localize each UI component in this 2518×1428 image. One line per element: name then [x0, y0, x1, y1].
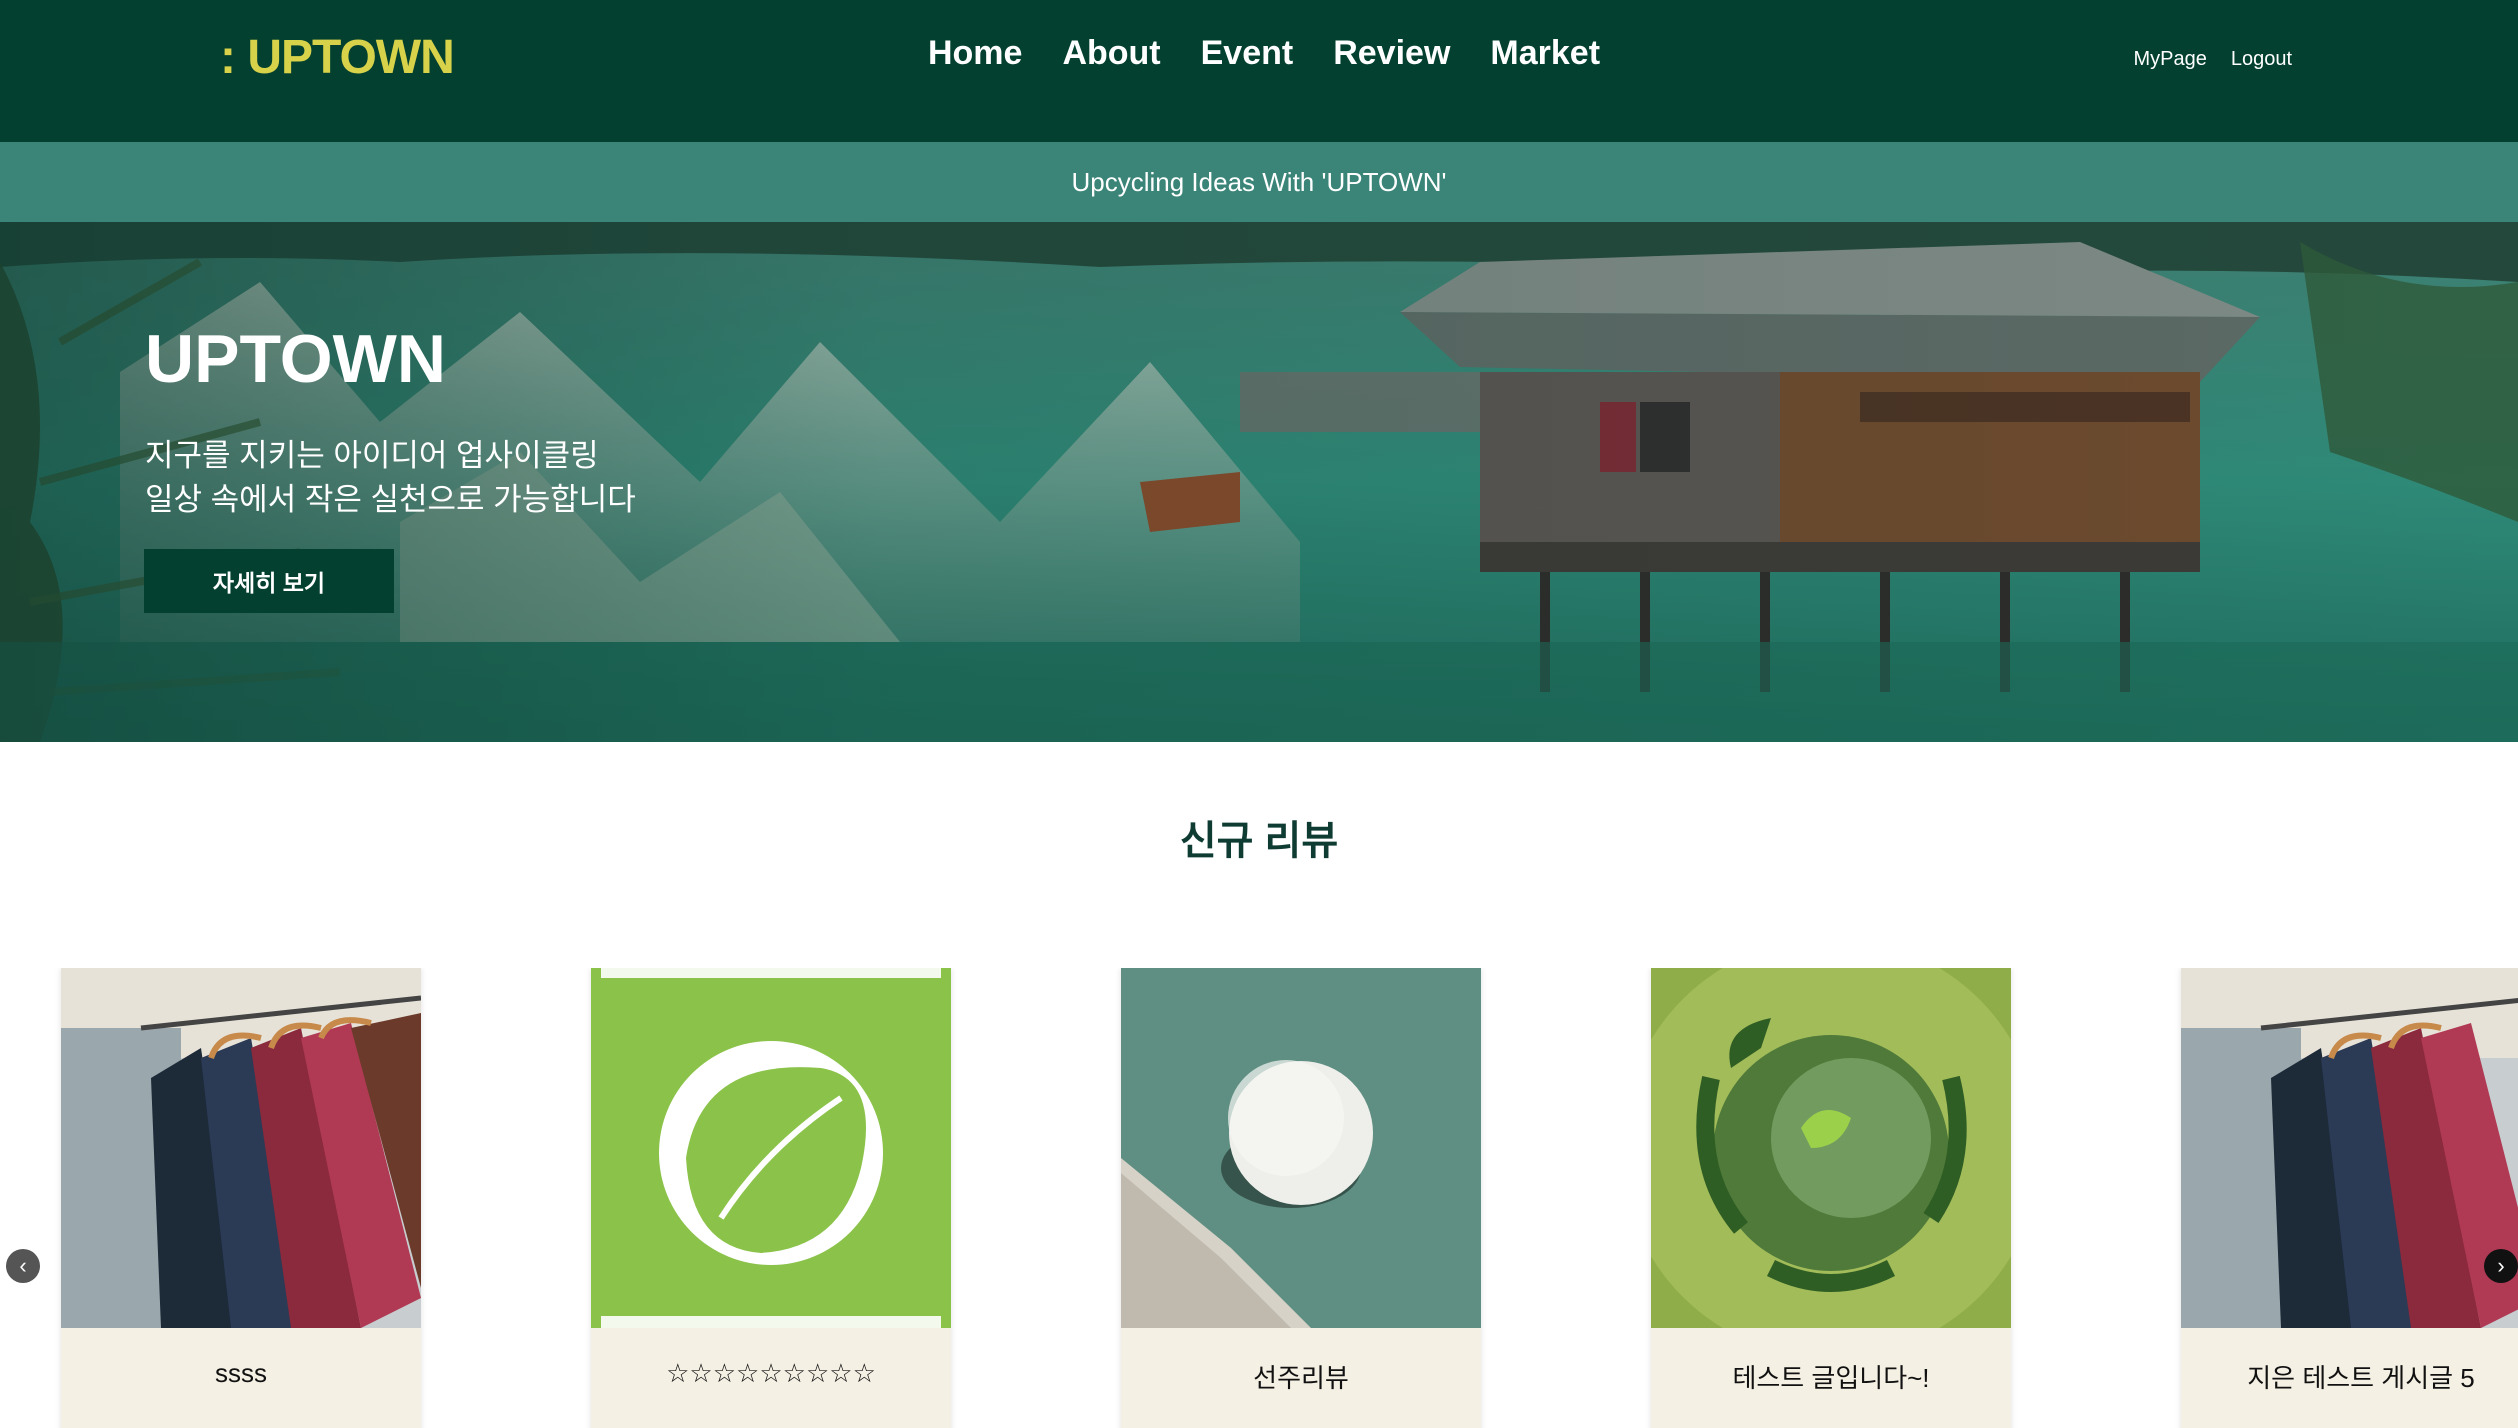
review-card-title: 선주리뷰 [1253, 1363, 1349, 1393]
logout-link[interactable]: Logout [2231, 48, 2292, 71]
review-card[interactable]: 지은 테스트 게시글 5 [2181, 968, 2518, 1428]
hero-banner: UPTOWN 지구를 지키는 아이디어 업사이클링 일상 속에서 작은 실천으로… [0, 222, 2518, 742]
review-card-title: ☆☆☆☆☆☆☆☆☆ [666, 1358, 876, 1388]
review-card-title: 테스트 글입니다~! [1732, 1363, 1930, 1393]
nav-about[interactable]: About [1062, 34, 1160, 73]
hero-subtitle-line-2: 일상 속에서 작은 실천으로 가능합니다 [145, 482, 636, 517]
account-links: MyPage Logout [2133, 48, 2292, 71]
slogan-bar: Upcycling Ideas With 'UPTOWN' [0, 142, 2518, 222]
chevron-left-icon[interactable]: ‹ [6, 1249, 40, 1283]
review-card-title: 지은 테스트 게시글 5 [2247, 1363, 2475, 1393]
review-card[interactable]: 테스트 글입니다~! [1651, 968, 2011, 1428]
header: : UPTOWN Home About Event Review Market … [0, 0, 2518, 142]
hero-title: UPTOWN [145, 321, 446, 397]
review-card-title: ssss [215, 1358, 267, 1388]
review-card[interactable]: 선주리뷰 [1121, 968, 1481, 1428]
hero-details-button[interactable]: 자세히 보기 [144, 549, 394, 613]
mypage-link[interactable]: MyPage [2133, 48, 2206, 71]
new-reviews-title: 신규 리뷰 [1179, 819, 1339, 863]
stone-ball-image [1121, 968, 1481, 1328]
nav-market[interactable]: Market [1490, 34, 1600, 73]
recycle-globe-image [1651, 968, 2011, 1328]
earth-friendly-leaf-image [591, 968, 951, 1328]
review-carousel: ssss ☆☆☆☆☆☆☆☆☆ 선주리뷰 테스트 글입니다~! 지은 테스트 게시… [0, 968, 2518, 1428]
chevron-right-icon[interactable]: › [2484, 1249, 2518, 1283]
nav-review[interactable]: Review [1333, 34, 1450, 73]
review-card[interactable]: ssss [61, 968, 421, 1428]
slogan-text: Upcycling Ideas With 'UPTOWN' [1071, 166, 1447, 197]
clothes-rack-image [61, 968, 421, 1328]
nav-home[interactable]: Home [928, 34, 1022, 73]
nav-event[interactable]: Event [1201, 34, 1294, 73]
hero-subtitle-line-1: 지구를 지키는 아이디어 업사이클링 [145, 438, 599, 473]
review-card[interactable]: ☆☆☆☆☆☆☆☆☆ [591, 968, 951, 1428]
clothes-rack-image [2181, 968, 2518, 1328]
